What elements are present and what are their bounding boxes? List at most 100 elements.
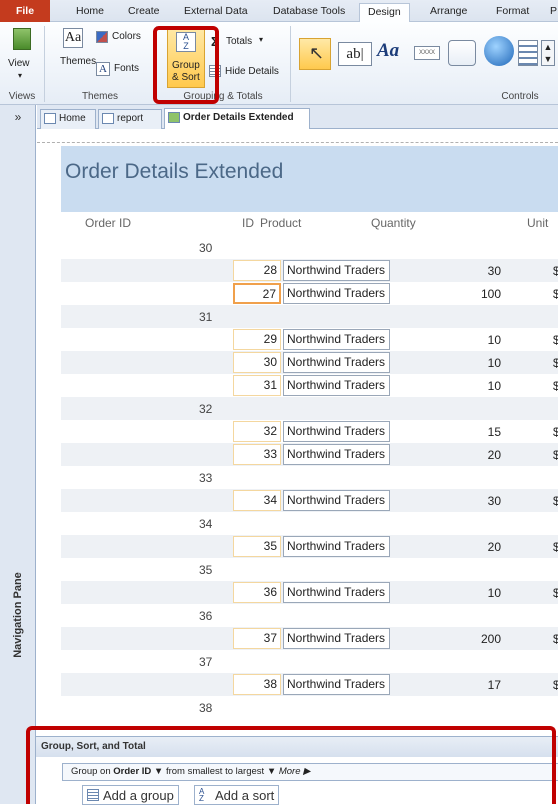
id-field[interactable]: 30 — [233, 352, 281, 373]
tab-home[interactable]: Home — [76, 5, 104, 22]
order-id-value[interactable]: 34 — [199, 517, 212, 531]
group-on-row[interactable]: Group on Order ID ▼ from smallest to lar… — [62, 763, 558, 781]
order-id-value[interactable]: 32 — [199, 402, 212, 416]
group-field-dropdown[interactable]: Order ID — [113, 766, 151, 777]
totals-button[interactable]: Σ Totals ▾ — [211, 34, 281, 50]
order-id-value[interactable]: 37 — [199, 655, 212, 669]
tab-format[interactable]: Format — [496, 5, 529, 22]
product-field[interactable]: Northwind Traders — [283, 329, 390, 350]
group-header-row[interactable]: 30 — [61, 236, 558, 259]
tab-file[interactable]: File — [0, 0, 50, 22]
expand-nav-pane-button[interactable]: » — [0, 105, 36, 129]
unit-price-field[interactable]: $14 — [553, 287, 558, 301]
id-field[interactable]: 35 — [233, 536, 281, 557]
product-field[interactable]: Northwind Traders — [283, 582, 390, 603]
column-header-id[interactable]: ID — [242, 216, 254, 230]
product-field[interactable]: Northwind Traders — [283, 444, 390, 465]
more-options-link[interactable]: More ▶ — [279, 766, 311, 777]
hide-details-button[interactable]: Hide Details — [209, 64, 289, 80]
table-row[interactable]: 32Northwind Traders 15 $18 — [61, 420, 558, 443]
tab-database-tools[interactable]: Database Tools — [273, 5, 345, 22]
table-row[interactable]: 34Northwind Traders 30 $9 — [61, 489, 558, 512]
unit-price-field[interactable]: $12 — [553, 586, 558, 600]
id-field[interactable]: 31 — [233, 375, 281, 396]
add-sort-button[interactable]: AZ Add a sort — [194, 785, 280, 805]
id-field[interactable]: 29 — [233, 329, 281, 350]
column-header-quantity[interactable]: Quantity — [371, 216, 416, 230]
product-field[interactable]: Northwind Traders — [283, 674, 390, 695]
quantity-field[interactable]: 200 — [451, 632, 501, 646]
id-field[interactable]: 34 — [233, 490, 281, 511]
order-id-value[interactable]: 30 — [199, 241, 212, 255]
quantity-field[interactable]: 30 — [451, 494, 501, 508]
table-row[interactable]: 31Northwind Traders 10 $3 — [61, 374, 558, 397]
chevron-down-icon[interactable]: ▼ — [154, 766, 163, 777]
doc-tab-home[interactable]: Home — [40, 109, 96, 129]
unit-price-field[interactable]: $3 — [553, 379, 558, 393]
id-field[interactable]: 28 — [233, 260, 281, 281]
quantity-field[interactable]: 20 — [451, 448, 501, 462]
column-header-order-id[interactable]: Order ID — [85, 216, 131, 230]
table-row[interactable]: 29Northwind Traders 10 $30 — [61, 328, 558, 351]
report-title[interactable]: Order Details Extended — [65, 160, 283, 184]
group-header-row[interactable]: 35 — [61, 558, 558, 581]
unit-price-field[interactable]: $46 — [553, 678, 558, 692]
table-row[interactable]: 27Northwind Traders 100 $14 — [61, 282, 558, 305]
order-id-value[interactable]: 36 — [199, 609, 212, 623]
product-field[interactable]: Northwind Traders — [283, 352, 390, 373]
group-header-row[interactable]: 38 — [61, 696, 558, 719]
table-row[interactable]: 36Northwind Traders 10 $12 — [61, 581, 558, 604]
table-row[interactable]: 28Northwind Traders 30 $3 — [61, 259, 558, 282]
unit-price-field[interactable]: $18 — [553, 425, 558, 439]
id-field[interactable]: 33 — [233, 444, 281, 465]
sort-order-dropdown[interactable]: from smallest to largest — [166, 766, 264, 777]
table-row[interactable]: 35Northwind Traders 20 $9 — [61, 535, 558, 558]
themes-button[interactable]: Aa Themes — [56, 26, 96, 84]
label-control-button[interactable]: Aa — [377, 40, 407, 66]
quantity-field[interactable]: 10 — [451, 356, 501, 370]
product-field[interactable]: Northwind Traders — [283, 421, 390, 442]
scroll-controls-icon[interactable]: ▲ ▼ — [541, 40, 555, 66]
tab-create[interactable]: Create — [128, 5, 160, 22]
product-field[interactable]: Northwind Traders — [283, 260, 390, 281]
unit-price-field[interactable]: $3 — [553, 264, 558, 278]
unit-price-field[interactable]: $46 — [553, 448, 558, 462]
group-header-row[interactable]: 32 — [61, 397, 558, 420]
chevron-down-icon[interactable]: ▼ — [267, 766, 276, 777]
group-sort-button[interactable]: AZ Group & Sort — [167, 28, 205, 88]
tab-external-data[interactable]: External Data — [184, 5, 248, 22]
doc-tab-order-details-extended[interactable]: Order Details Extended — [164, 108, 310, 129]
quantity-field[interactable]: 20 — [451, 540, 501, 554]
group-header-row[interactable]: 33 — [61, 466, 558, 489]
navigation-pane[interactable]: » Navigation Pane — [0, 105, 36, 804]
unit-price-field[interactable]: $9 — [553, 540, 558, 554]
quantity-field[interactable]: 10 — [451, 379, 501, 393]
doc-tab-report[interactable]: report — [98, 109, 162, 129]
table-row[interactable]: 38Northwind Traders 17 $46 — [61, 673, 558, 696]
quantity-field[interactable]: 15 — [451, 425, 501, 439]
navigation-control-icon[interactable] — [518, 40, 538, 66]
button-control-button[interactable]: XXXX — [414, 46, 440, 60]
order-id-value[interactable]: 31 — [199, 310, 212, 324]
report-design-surface[interactable]: Order Details Extended Order ID ID Produ… — [37, 130, 558, 728]
column-header-unit[interactable]: Unit — [527, 216, 548, 230]
unit-price-field[interactable]: $53 — [553, 356, 558, 370]
id-field[interactable]: 27 — [233, 283, 281, 304]
quantity-field[interactable]: 17 — [451, 678, 501, 692]
column-header-product[interactable]: Product — [260, 216, 301, 230]
unit-price-field[interactable]: $9 — [553, 632, 558, 646]
product-field[interactable]: Northwind Traders — [283, 283, 390, 304]
select-pointer-button[interactable]: ↖ — [299, 38, 331, 70]
group-header-row[interactable]: 34 — [61, 512, 558, 535]
quantity-field[interactable]: 10 — [451, 586, 501, 600]
id-field[interactable]: 32 — [233, 421, 281, 442]
group-header-row[interactable]: 31 — [61, 305, 558, 328]
id-field[interactable]: 38 — [233, 674, 281, 695]
order-id-value[interactable]: 38 — [199, 701, 212, 715]
product-field[interactable]: Northwind Traders — [283, 536, 390, 557]
table-row[interactable]: 30Northwind Traders 10 $53 — [61, 351, 558, 374]
unit-price-field[interactable]: $9 — [553, 494, 558, 508]
product-field[interactable]: Northwind Traders — [283, 628, 390, 649]
tab-control-button[interactable] — [448, 40, 476, 66]
id-field[interactable]: 37 — [233, 628, 281, 649]
